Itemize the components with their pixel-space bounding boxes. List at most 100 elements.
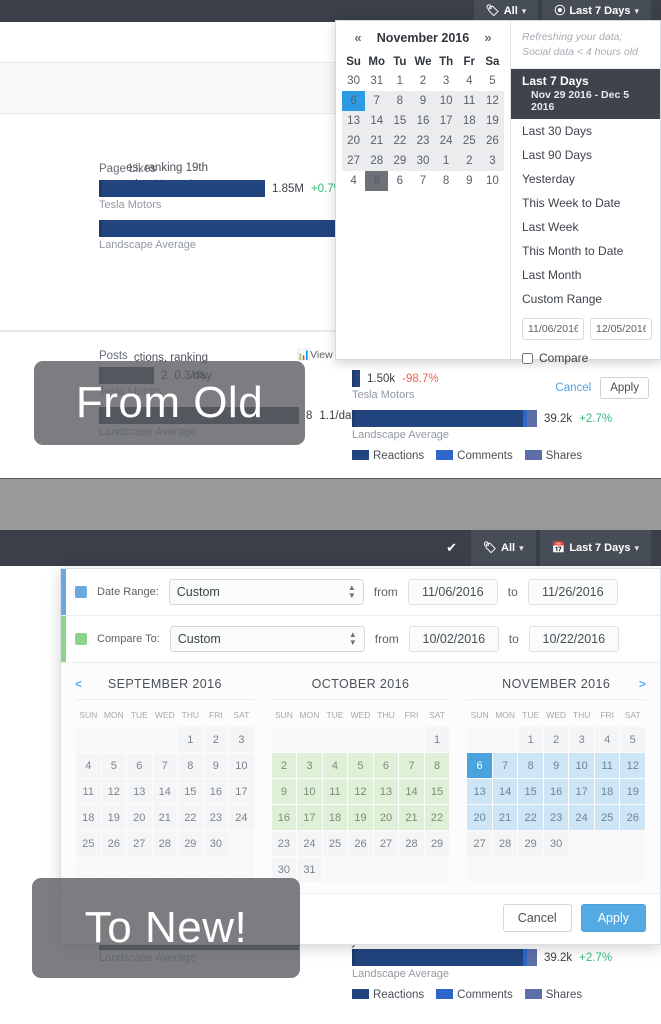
calendar-day[interactable]: 31	[297, 857, 322, 882]
calendar-day[interactable]: 15	[388, 111, 412, 131]
calendar-day[interactable]: 5	[365, 171, 389, 191]
calendar-day[interactable]: 22	[178, 805, 203, 830]
calendar-day[interactable]	[152, 727, 178, 752]
calendar-day[interactable]	[373, 857, 399, 882]
calendar-day[interactable]: 1	[424, 727, 450, 752]
next-month-button[interactable]: >	[639, 677, 646, 691]
calendar-day[interactable]: 2	[457, 151, 481, 171]
calendar-day[interactable]: 23	[203, 805, 229, 830]
calendar-day[interactable]	[271, 727, 297, 752]
calendar-day[interactable]: 20	[467, 805, 492, 830]
calendar-day[interactable]: 27	[342, 151, 366, 171]
next-month-button[interactable]: »	[480, 30, 496, 45]
preset-option[interactable]: Custom Range	[511, 287, 660, 311]
calendar-day[interactable]: 27	[127, 831, 152, 856]
calendar-day[interactable]: 29	[424, 831, 450, 856]
calendar-day[interactable]: 2	[271, 753, 297, 778]
calendar-day[interactable]: 14	[365, 111, 389, 131]
calendar-day[interactable]	[594, 857, 620, 882]
calendar-day[interactable]: 9	[458, 171, 481, 191]
calendar-day[interactable]: 25	[322, 831, 348, 856]
calendar-day[interactable]	[127, 727, 152, 752]
prev-month-button[interactable]: «	[350, 30, 366, 45]
calendar-day[interactable]	[322, 857, 348, 882]
calendar-day[interactable]: 14	[492, 779, 518, 804]
calendar-day[interactable]: 11	[322, 779, 348, 804]
calendar-day[interactable]: 30	[411, 151, 435, 171]
calendar-day[interactable]: 3	[297, 753, 322, 778]
calendar-day[interactable]: 21	[399, 805, 424, 830]
calendar-day[interactable]: 10	[569, 753, 594, 778]
calendar-day[interactable]: 16	[411, 111, 435, 131]
calendar-day[interactable]: 24	[229, 805, 254, 830]
calendar-day[interactable]: 5	[101, 753, 127, 778]
calendar-day[interactable]: 9	[543, 753, 569, 778]
calendar-day[interactable]: 1	[434, 151, 458, 171]
calendar-day[interactable]: 8	[388, 91, 412, 111]
calendar-day[interactable]: 23	[271, 831, 297, 856]
calendar-day[interactable]: 10	[297, 779, 322, 804]
preset-option[interactable]: Last Week	[511, 215, 660, 239]
calendar-day[interactable]: 26	[480, 131, 504, 151]
calendar-day[interactable]	[348, 727, 373, 752]
calendar-day[interactable]: 7	[492, 753, 518, 778]
calendar-day[interactable]	[229, 831, 254, 856]
calendar-day[interactable]: 27	[373, 831, 399, 856]
calendar-day[interactable]: 28	[152, 831, 178, 856]
old-date-filter-button[interactable]: ⦿ Last 7 Days ▾	[542, 0, 651, 22]
calendar-day[interactable]: 13	[467, 779, 492, 804]
calendar-day[interactable]: 27	[467, 831, 492, 856]
calendar-day[interactable]: 15	[518, 779, 543, 804]
calendar-day[interactable]: 25	[594, 805, 620, 830]
calendar-day[interactable]: 22	[424, 805, 450, 830]
calendar-day[interactable]: 4	[458, 71, 481, 91]
calendar-day[interactable]	[399, 727, 424, 752]
calendar-day[interactable]: 28	[365, 151, 389, 171]
calendar-day[interactable]	[620, 857, 646, 882]
calendar-day[interactable]	[569, 831, 594, 856]
calendar-day[interactable]: 8	[178, 753, 203, 778]
calendar-day[interactable]: 4	[322, 753, 348, 778]
calendar-day[interactable]: 14	[152, 779, 178, 804]
calendar-day[interactable]: 6	[388, 171, 411, 191]
old-tag-filter-button[interactable]: 🏷 All ▾	[473, 0, 539, 22]
calendar-day[interactable]: 25	[457, 131, 481, 151]
calendar-day[interactable]: 29	[178, 831, 203, 856]
calendar-day[interactable]: 4	[76, 753, 101, 778]
calendar-day[interactable]: 24	[297, 831, 322, 856]
new-cancel-button[interactable]: Cancel	[502, 904, 572, 932]
calendar-day[interactable]: 2	[203, 727, 229, 752]
calendar-day[interactable]: 15	[424, 779, 450, 804]
range-end-input[interactable]	[527, 579, 618, 605]
calendar-day[interactable]: 1	[178, 727, 203, 752]
calendar-day[interactable]: 22	[388, 131, 412, 151]
calendar-day[interactable]: 14	[399, 779, 424, 804]
calendar-day[interactable]: 30	[203, 831, 229, 856]
calendar-day[interactable]: 17	[229, 779, 254, 804]
calendar-day[interactable]: 21	[152, 805, 178, 830]
calendar-day[interactable]: 2	[543, 727, 569, 752]
calendar-day[interactable]: 3	[480, 151, 504, 171]
compare-checkbox[interactable]	[522, 352, 533, 364]
calendar-day[interactable]: 19	[620, 779, 646, 804]
calendar-day[interactable]: 7	[411, 171, 434, 191]
calendar-day[interactable]: 26	[348, 831, 373, 856]
calendar-day[interactable]: 19	[348, 805, 373, 830]
calendar-day[interactable]: 12	[480, 91, 504, 111]
check-icon[interactable]: ✔	[432, 540, 471, 556]
calendar-day[interactable]: 7	[152, 753, 178, 778]
calendar-day[interactable]	[467, 857, 492, 882]
calendar-day[interactable]: 9	[271, 779, 297, 804]
calendar-day[interactable]: 18	[594, 779, 620, 804]
calendar-day[interactable]	[399, 857, 424, 882]
calendar-day[interactable]: 8	[518, 753, 543, 778]
calendar-day[interactable]: 16	[271, 805, 297, 830]
calendar-day[interactable]: 19	[101, 805, 127, 830]
preset-last-7-days[interactable]: Last 7 Days Nov 29 2016 - Dec 5 2016	[511, 69, 660, 119]
calendar-day[interactable]: 18	[76, 805, 101, 830]
calendar-day[interactable]: 5	[620, 727, 646, 752]
calendar-day[interactable]: 5	[348, 753, 373, 778]
calendar-day[interactable]	[594, 831, 620, 856]
calendar-day[interactable]: 3	[435, 71, 458, 91]
preset-option[interactable]: This Week to Date	[511, 191, 660, 215]
